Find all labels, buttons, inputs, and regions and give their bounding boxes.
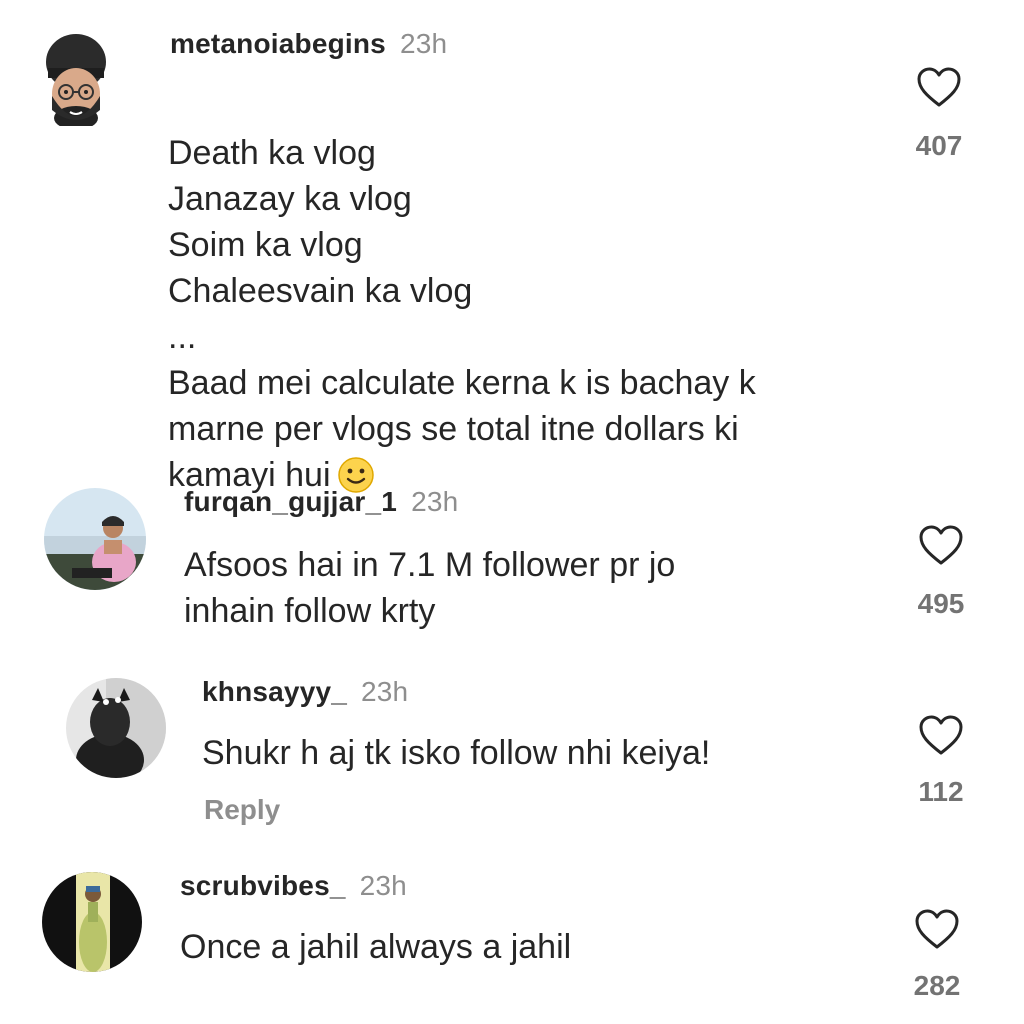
avatar[interactable] — [44, 488, 146, 590]
comment-username[interactable]: khnsayyy_ 23h — [202, 676, 408, 708]
username-text[interactable]: scrubvibes_ — [180, 870, 346, 901]
username-text[interactable]: furqan_gujjar_1 — [184, 486, 397, 517]
like-count: 112 — [918, 776, 964, 807]
heart-outline-icon[interactable] — [918, 714, 964, 756]
comment-text: Once a jahil always a jahil — [180, 928, 572, 966]
bitmoji-avatar-icon — [38, 34, 114, 134]
avatar-photo — [66, 678, 166, 778]
heart-outline-icon[interactable] — [918, 524, 964, 566]
comment-timestamp: 23h — [359, 870, 407, 901]
comment-timestamp: 23h — [361, 676, 409, 707]
comment-username[interactable]: metanoiabegins 23h — [170, 28, 447, 60]
reply-button[interactable]: Reply — [204, 794, 280, 826]
comment-text: Death ka vlog Janazay ka vlog Soim ka vl… — [168, 84, 888, 498]
comment-text: Shukr h aj tk isko follow nhi keiya! — [202, 734, 711, 772]
comment-timestamp: 23h — [411, 486, 459, 517]
avatar[interactable] — [66, 678, 166, 778]
username-text[interactable]: metanoiabegins — [170, 28, 386, 59]
like-count: 407 — [915, 130, 963, 161]
avatar-photo — [42, 872, 142, 972]
like-count: 282 — [913, 970, 961, 1001]
comment-body: Death ka vlog Janazay ka vlog Soim ka vl… — [168, 134, 756, 494]
comment-text: Afsoos hai in 7.1 M follower pr jo inhai… — [184, 546, 676, 630]
comment-username[interactable]: furqan_gujjar_1 23h — [184, 486, 458, 518]
avatar-photo — [44, 488, 146, 590]
avatar[interactable] — [38, 26, 114, 134]
comments-list: metanoiabegins 23h Death ka vlog Janazay … — [0, 0, 1024, 1024]
comment-timestamp: 23h — [399, 28, 448, 59]
heart-outline-icon[interactable] — [914, 908, 960, 950]
heart-outline-icon[interactable] — [916, 66, 962, 108]
comment-username[interactable]: scrubvibes_ 23h — [180, 870, 407, 902]
avatar[interactable] — [42, 872, 142, 972]
like-count: 495 — [917, 588, 965, 619]
username-text[interactable]: khnsayyy_ — [202, 676, 347, 707]
